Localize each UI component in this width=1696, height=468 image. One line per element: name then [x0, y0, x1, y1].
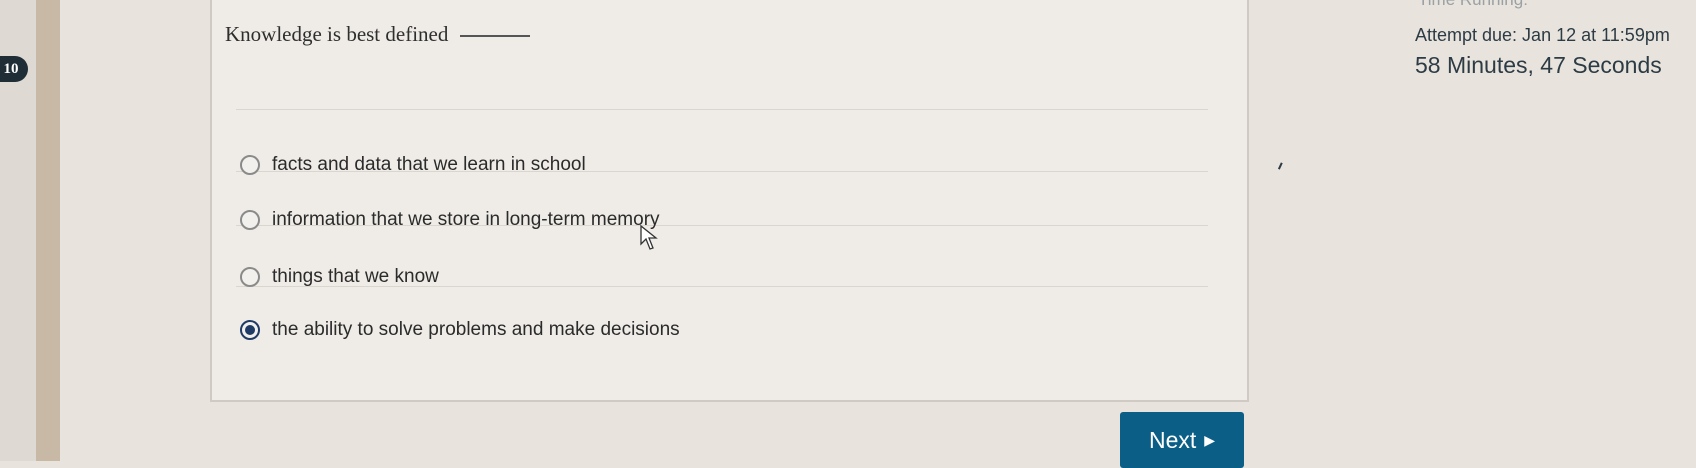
attempt-due-date: Attempt due: Jan 12 at 11:59pm: [1415, 25, 1670, 45]
radio-button-selected[interactable]: [240, 320, 260, 340]
radio-button[interactable]: [240, 210, 260, 230]
question-prompt: Knowledge is best defined: [225, 22, 531, 47]
next-button-label: Next: [1148, 426, 1197, 453]
answer-label: information that we store in long-term m…: [272, 209, 660, 230]
question-number-badge: 10: [0, 56, 28, 82]
answer-label: the ability to solve problems and make d…: [272, 319, 680, 340]
side-rail: [36, 0, 60, 461]
radio-button[interactable]: [240, 267, 260, 287]
mouse-pointer-icon: [640, 224, 658, 250]
answer-option[interactable]: facts and data that we learn in school: [240, 154, 586, 176]
answer-divider: [236, 109, 1208, 110]
next-button[interactable]: Next ▶: [1120, 412, 1244, 468]
answer-blank: [460, 35, 531, 37]
answer-option[interactable]: things that we know: [240, 266, 439, 288]
time-running-heading: Time Running:: [1418, 0, 1528, 10]
answer-option-selected[interactable]: the ability to solve problems and make d…: [240, 319, 680, 341]
play-triangle-icon: ▶: [1204, 431, 1216, 448]
answer-option[interactable]: information that we store in long-term m…: [240, 209, 660, 231]
answer-label: things that we know: [272, 266, 439, 287]
small-tick-mark: [1277, 162, 1290, 173]
answer-label: facts and data that we learn in school: [272, 154, 586, 175]
time-remaining: 58 Minutes, 47 Seconds: [1415, 52, 1662, 78]
radio-button[interactable]: [240, 155, 260, 175]
question-number: 10: [3, 60, 19, 77]
question-card: [210, 0, 1249, 402]
question-text: Knowledge is best defined: [225, 22, 449, 46]
